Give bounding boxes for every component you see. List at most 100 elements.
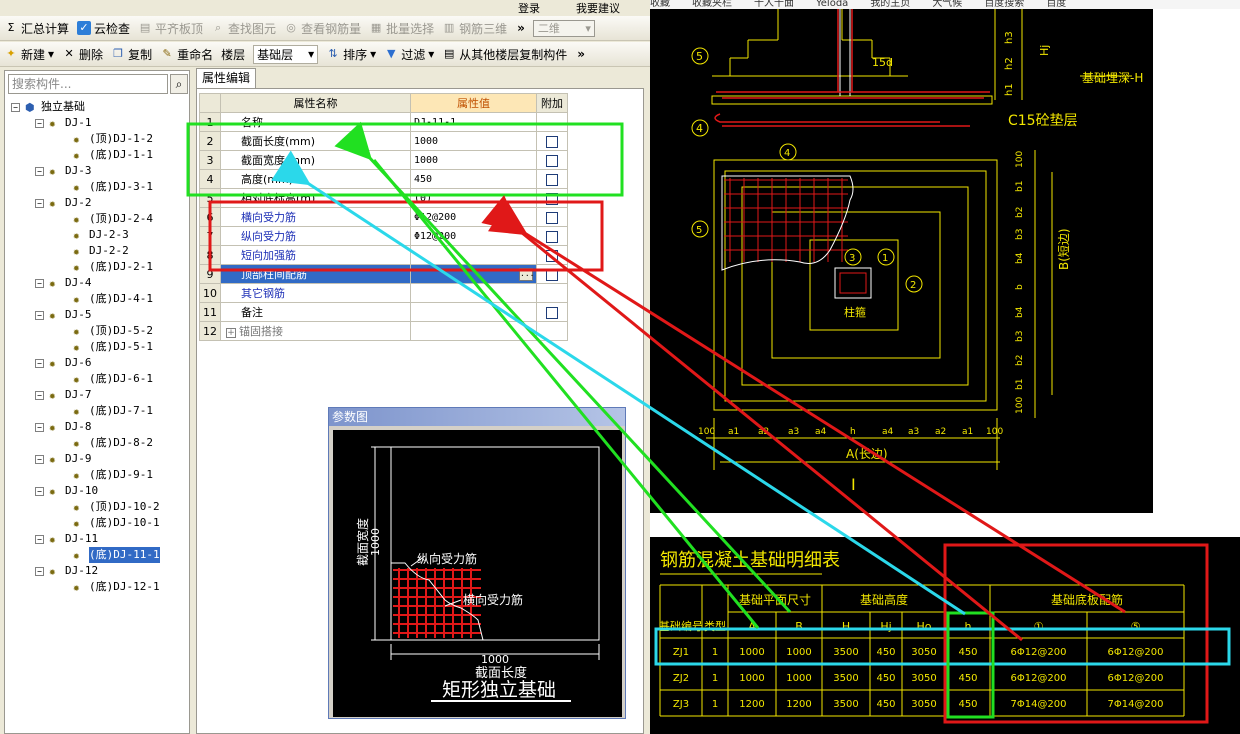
- tree-group-item[interactable]: − ✹ DJ-4: [5, 275, 189, 291]
- new-button[interactable]: ✦ 新建 ▾: [4, 46, 54, 63]
- tree-leaf-item[interactable]: ✹ (底)DJ-6-1: [5, 371, 189, 387]
- property-row[interactable]: 3 截面宽度(mm) 1000: [199, 150, 568, 170]
- find-element-button[interactable]: ⌕ 查找图元: [211, 20, 276, 37]
- tree-group-item[interactable]: − ✹ DJ-10: [5, 483, 189, 499]
- property-value-field[interactable]: [410, 321, 537, 341]
- extra-checkbox[interactable]: [546, 173, 558, 186]
- expand-toggle-icon[interactable]: −: [35, 487, 44, 496]
- expand-toggle-icon[interactable]: −: [35, 535, 44, 544]
- expand-toggle-icon[interactable]: −: [35, 119, 44, 128]
- tree-leaf-item[interactable]: ✹ DJ-2-2: [5, 243, 189, 259]
- expand-toggle-icon[interactable]: −: [35, 199, 44, 208]
- extra-checkbox[interactable]: [546, 135, 558, 148]
- tree-leaf-item[interactable]: ✹ (底)DJ-9-1: [5, 467, 189, 483]
- search-input[interactable]: 搜索构件...: [8, 74, 168, 94]
- tree-group-item[interactable]: − ✹ DJ-12: [5, 563, 189, 579]
- summary-calc-button[interactable]: Σ 汇总计算: [4, 20, 70, 37]
- property-value-field[interactable]: Φ12@200: [410, 226, 537, 246]
- extra-checkbox[interactable]: [546, 268, 558, 281]
- property-row[interactable]: 12 + 锚固搭接: [199, 321, 568, 341]
- tree-leaf-item[interactable]: ✹ (底)DJ-4-1: [5, 291, 189, 307]
- expand-toggle-icon[interactable]: −: [11, 103, 20, 112]
- expand-plus-icon[interactable]: +: [226, 328, 236, 338]
- tree-leaf-item[interactable]: ✹ (底)DJ-7-1: [5, 403, 189, 419]
- property-row[interactable]: 8 短向加强筋: [199, 245, 568, 265]
- view-mode-select[interactable]: 二维: [532, 19, 595, 37]
- search-icon[interactable]: ⌕: [170, 74, 188, 94]
- property-value-field[interactable]: 1000: [410, 131, 537, 151]
- property-value-field[interactable]: [410, 302, 537, 322]
- extra-checkbox[interactable]: [546, 154, 558, 167]
- property-row[interactable]: 1 名称 DJ-11-1: [199, 112, 568, 132]
- property-value-field[interactable]: (0): [410, 188, 537, 208]
- tree-leaf-item[interactable]: ✹ (底)DJ-8-2: [5, 435, 189, 451]
- property-row[interactable]: 7 纵向受力筋 Φ12@200: [199, 226, 568, 246]
- batch-select-button[interactable]: ▦ 批量选择: [369, 20, 434, 37]
- tree-group-item[interactable]: − ✹ DJ-7: [5, 387, 189, 403]
- tree-group-item[interactable]: − ✹ DJ-8: [5, 419, 189, 435]
- property-row[interactable]: 5 相对底标高(m) (0): [199, 188, 568, 208]
- property-value-field[interactable]: ...: [410, 264, 537, 284]
- filter-button[interactable]: ▼ 过滤 ▾: [384, 46, 434, 63]
- suggest-link[interactable]: 我要建议: [576, 0, 620, 16]
- property-value-field[interactable]: Φ12@200: [410, 207, 537, 227]
- tree-leaf-item[interactable]: ✹ (底)DJ-12-1: [5, 579, 189, 595]
- tree-leaf-item[interactable]: ✹ (顶)DJ-10-2: [5, 499, 189, 515]
- tree-leaf-item[interactable]: ✹ (顶)DJ-2-4: [5, 211, 189, 227]
- tree-group-item[interactable]: − ✹ DJ-2: [5, 195, 189, 211]
- extra-checkbox[interactable]: [546, 211, 558, 224]
- tree-leaf-item[interactable]: ✹ (底)DJ-5-1: [5, 339, 189, 355]
- tree-group-item[interactable]: − ✹ DJ-9: [5, 451, 189, 467]
- property-value-field[interactable]: [410, 283, 537, 303]
- toolbar2-overflow-button[interactable]: »: [577, 47, 585, 61]
- sort-button[interactable]: ⇅ 排序 ▾: [326, 46, 377, 63]
- tree-leaf-item[interactable]: ✹ (底)DJ-1-1: [5, 147, 189, 163]
- property-row[interactable]: 10 其它钢筋: [199, 283, 568, 303]
- extra-checkbox[interactable]: [546, 306, 558, 319]
- expand-toggle-icon[interactable]: −: [35, 359, 44, 368]
- property-value-field[interactable]: [410, 245, 537, 265]
- tree-group-item[interactable]: − ✹ DJ-6: [5, 355, 189, 371]
- expand-toggle-icon[interactable]: −: [35, 279, 44, 288]
- tree-leaf-item[interactable]: ✹ (底)DJ-11-1: [5, 547, 189, 563]
- delete-button[interactable]: ✕ 删除: [62, 46, 103, 63]
- level-slab-button[interactable]: ▤ 平齐板顶: [138, 20, 203, 37]
- tree-leaf-item[interactable]: ✹ (底)DJ-3-1: [5, 179, 189, 195]
- tab-property-edit[interactable]: 属性编辑: [196, 68, 256, 88]
- expand-toggle-icon[interactable]: −: [35, 423, 44, 432]
- extra-checkbox[interactable]: [546, 230, 558, 243]
- tree-leaf-item[interactable]: ✹ DJ-2-3: [5, 227, 189, 243]
- tree-group-item[interactable]: − ✹ DJ-3: [5, 163, 189, 179]
- expand-toggle-icon[interactable]: −: [35, 391, 44, 400]
- toolbar-overflow-button[interactable]: »: [517, 21, 525, 35]
- expand-toggle-icon[interactable]: −: [35, 567, 44, 576]
- expand-toggle-icon[interactable]: −: [35, 311, 44, 320]
- property-value-field[interactable]: DJ-11-1: [410, 112, 537, 132]
- tree-leaf-item[interactable]: ✹ (底)DJ-2-1: [5, 259, 189, 275]
- rename-button[interactable]: ✎ 重命名: [160, 46, 213, 63]
- copy-from-floor-button[interactable]: ▤ 从其他楼层复制构件: [442, 46, 567, 63]
- expand-toggle-icon[interactable]: −: [35, 455, 44, 464]
- extra-checkbox[interactable]: [546, 192, 558, 205]
- tree-leaf-item[interactable]: ✹ (底)DJ-10-1: [5, 515, 189, 531]
- property-row[interactable]: 4 高度(mm) 450: [199, 169, 568, 189]
- property-row[interactable]: 9 顶部柱间配筋...: [199, 264, 568, 284]
- login-link[interactable]: 登录: [518, 0, 540, 16]
- tree-leaf-item[interactable]: ✹ (顶)DJ-5-2: [5, 323, 189, 339]
- ellipsis-button[interactable]: ...: [519, 267, 534, 281]
- rebar-3d-button[interactable]: ▥ 钢筋三维: [442, 20, 507, 37]
- tree-root-item[interactable]: − ⬢ 独立基础: [5, 99, 189, 115]
- view-rebar-button[interactable]: ◎ 查看钢筋量: [284, 20, 361, 37]
- floor-select[interactable]: 基础层 ▾: [253, 44, 319, 64]
- property-row[interactable]: 6 横向受力筋 Φ12@200: [199, 207, 568, 227]
- tree-group-item[interactable]: − ✹ DJ-5: [5, 307, 189, 323]
- tree-group-item[interactable]: − ✹ DJ-11: [5, 531, 189, 547]
- copy-button[interactable]: ❐ 复制: [111, 46, 152, 63]
- property-row[interactable]: 11 备注: [199, 302, 568, 322]
- property-value-field[interactable]: 1000: [410, 150, 537, 170]
- property-row[interactable]: 2 截面长度(mm) 1000: [199, 131, 568, 151]
- expand-toggle-icon[interactable]: −: [35, 167, 44, 176]
- tree-group-item[interactable]: − ✹ DJ-1: [5, 115, 189, 131]
- extra-checkbox[interactable]: [546, 249, 558, 262]
- tree-leaf-item[interactable]: ✹ (顶)DJ-1-2: [5, 131, 189, 147]
